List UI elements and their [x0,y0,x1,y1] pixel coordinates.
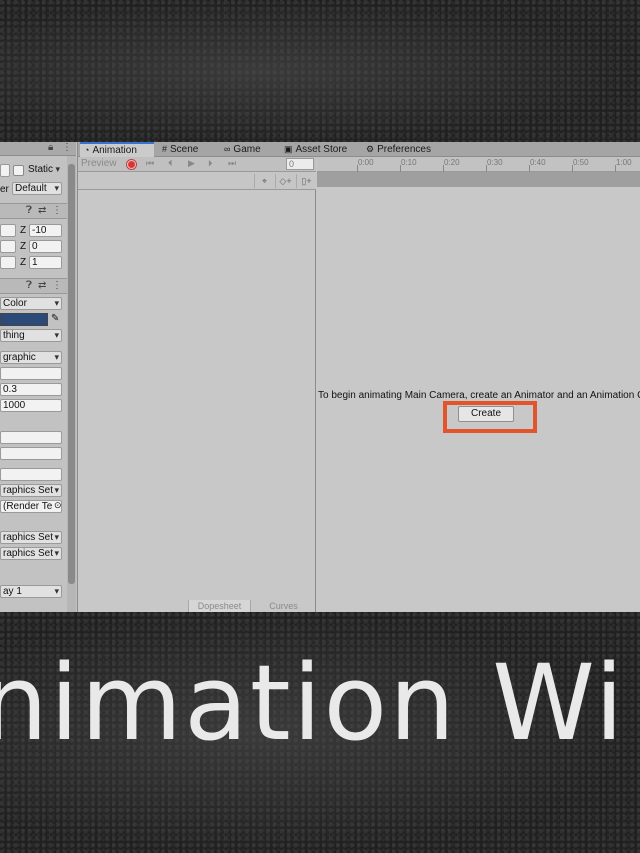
preview-button[interactable]: Preview [81,158,117,169]
timeline-ruler[interactable]: 0:00 0:10 0:20 0:30 0:40 0:50 1:00 [317,157,640,172]
first-keyframe-icon[interactable]: ⏮ [146,158,154,169]
animation-window: ◔ Animation # Scene ∞ Game ▣ Asset Store ⚙ Pr… [78,142,640,612]
animation-clock-icon: ◔ [84,145,90,155]
lock-icon[interactable]: 🔒︎ [48,142,53,153]
scale-y-field[interactable] [0,256,16,269]
tab-curves[interactable]: Curves [250,600,316,612]
animation-toolbar: Preview ⏮ ⏴ ▶ ⏵ ⏭ 0 [78,157,316,172]
position-y-field[interactable] [0,224,16,237]
banner-title: nimation Wi [0,642,626,764]
frame-field[interactable]: 0 [286,158,314,170]
scale-z-label: Z [20,257,27,268]
record-button[interactable] [126,159,137,170]
play-icon[interactable]: ▶ [188,158,195,169]
transform-header[interactable]: ❓︎ ⇄ ⋮ [0,203,67,219]
background-color-swatch[interactable] [0,313,48,326]
position-z-field[interactable]: -10 [29,224,62,237]
tab-label: Game [233,144,261,155]
camera-header[interactable]: ❓︎ ⇄ ⋮ [0,278,67,294]
event-strip[interactable] [317,172,640,187]
timeline-pane: 0:00 0:10 0:20 0:30 0:40 0:50 1:00 To be… [317,157,640,612]
background-texture-top [0,0,640,142]
near-clip-field[interactable]: 0.3 [0,383,62,396]
scrollbar-thumb[interactable] [68,164,75,584]
tab-label: Asset Store [295,144,348,155]
create-button[interactable]: Create [458,406,514,422]
viewport-x-field[interactable] [0,431,62,444]
tab-dopesheet[interactable]: Dopesheet [188,600,250,612]
animation-properties-pane: Preview ⏮ ⏴ ▶ ⏵ ⏭ 0 ⌖ ◇+ ▯+ Dopesheet Cu… [78,157,316,612]
target-display-dropdown[interactable]: ay 1 [0,585,62,598]
tab-game[interactable]: ∞ Game [220,142,276,157]
ruler-label: 0:30 [487,158,503,167]
kebab-menu-icon[interactable]: ⋮ [52,280,62,291]
tab-preferences[interactable]: ⚙ Preferences [362,142,442,157]
far-clip-field[interactable]: 1000 [0,399,62,412]
rotation-y-field[interactable] [0,240,16,253]
ruler-label: 0:00 [358,158,374,167]
store-icon: ▣ [284,144,293,154]
tab-label: Scene [170,144,199,155]
editor-tab-bar: ◔ Animation # Scene ∞ Game ▣ Asset Store ⚙ Pr… [78,142,640,157]
rotation-z-label: Z [20,241,27,252]
create-animator-message: To begin animating Main Camera, create a… [318,390,640,401]
rendering-path-dropdown[interactable]: raphics Set [0,484,62,497]
help-icon[interactable]: ❓︎ [26,205,32,216]
target-texture-field[interactable]: (Render Te [0,500,62,513]
culling-mask-dropdown[interactable]: thing [0,329,62,342]
static-checkbox[interactable] [13,165,24,176]
size-field[interactable] [0,367,62,380]
tab-scene[interactable]: # Scene [158,142,216,157]
last-keyframe-icon[interactable]: ⏭ [228,158,236,169]
static-dropdown[interactable]: Static [26,164,62,177]
projection-dropdown[interactable]: graphic [0,351,62,364]
viewport-y-field[interactable] [0,447,62,460]
ruler-label: 0:20 [444,158,460,167]
depth-field[interactable] [0,468,62,481]
help-icon[interactable]: ❓︎ [26,280,32,291]
ruler-label: 0:50 [573,158,589,167]
view-mode-tabs: Dopesheet Curves [78,600,316,612]
ruler-label: 1:00 [616,158,632,167]
ruler-label: 0:40 [530,158,546,167]
layer-label: er [0,184,9,195]
inspector-scrollbar[interactable] [67,156,76,612]
tab-label: Preferences [377,144,431,155]
hdr-dropdown[interactable]: raphics Set [0,531,62,544]
tab-label: Animation [92,145,137,156]
kebab-menu-icon[interactable]: ⋮ [52,205,62,216]
gear-icon: ⚙ [366,144,375,154]
layer-dropdown[interactable]: Default [12,182,62,195]
msaa-dropdown[interactable]: raphics Set [0,547,62,560]
unity-editor-window: 🔒︎ ⋮ Static er Default ❓︎ ⇄ ⋮ Z -10 Z 0 … [0,142,640,612]
menu-dots-icon[interactable]: ⋮ [62,142,72,153]
inspector-header: 🔒︎ ⋮ [0,142,76,156]
tab-asset-store[interactable]: ▣ Asset Store [280,142,358,157]
scale-z-field[interactable]: 1 [29,256,62,269]
rotation-z-field[interactable]: 0 [29,240,62,253]
event-marker-icon[interactable]: ▯+ [296,174,316,188]
add-event-icon[interactable]: ◇+ [275,174,295,188]
ruler-label: 0:10 [401,158,417,167]
object-picker-icon[interactable]: ⊙ [54,500,62,511]
scene-grid-icon: # [162,144,168,154]
inspector-panel: 🔒︎ ⋮ Static er Default ❓︎ ⇄ ⋮ Z -10 Z 0 … [0,142,78,612]
preset-icon[interactable]: ⇄ [38,205,46,216]
clear-flags-dropdown[interactable]: Color [0,297,62,310]
name-field-end[interactable] [0,164,10,177]
prev-keyframe-icon[interactable]: ⏴ [168,158,173,169]
tab-animation[interactable]: ◔ Animation [80,142,154,157]
preset-icon[interactable]: ⇄ [38,280,46,291]
gamepad-icon: ∞ [224,144,231,154]
add-keyframe-icon[interactable]: ⌖ [254,174,274,188]
position-z-label: Z [20,225,27,236]
next-keyframe-icon[interactable]: ⏵ [208,158,213,169]
eyedropper-icon[interactable]: ✎ [51,313,59,324]
keyframe-toolbar: ⌖ ◇+ ▯+ [78,172,316,190]
